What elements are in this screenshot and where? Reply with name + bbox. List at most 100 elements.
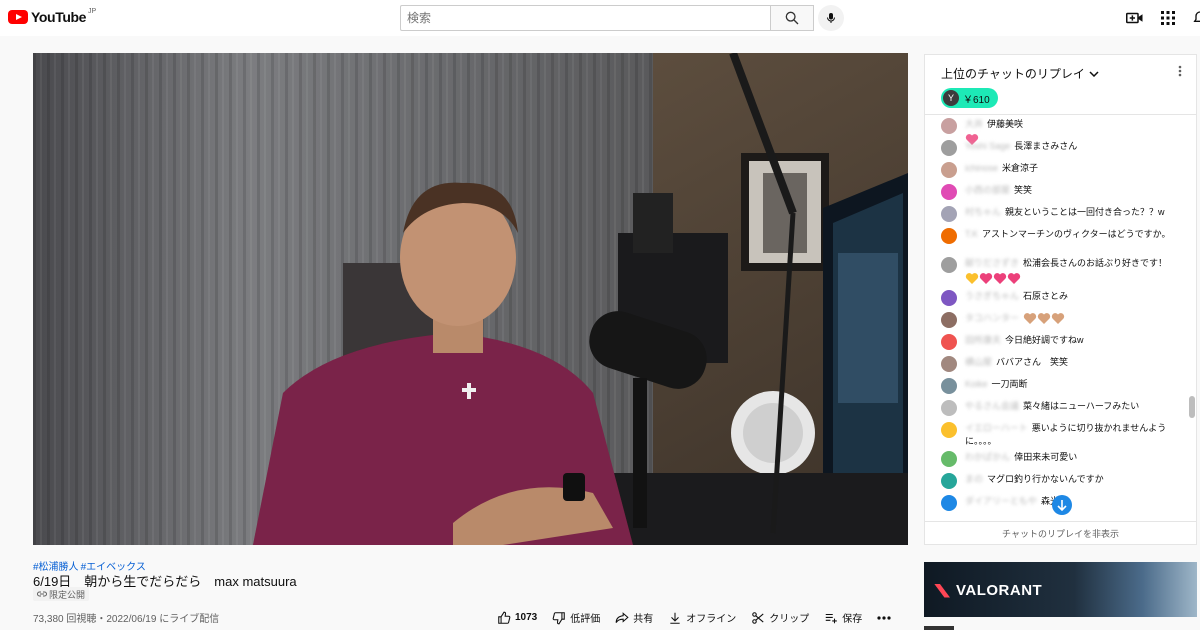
youtube-logo[interactable]: YouTube JP (8, 8, 96, 25)
chat-author[interactable]: まの (965, 474, 983, 484)
chat-more-button[interactable] (1178, 65, 1182, 80)
youtube-play-icon (8, 10, 28, 24)
chat-message-text: 笑笑 (1014, 185, 1033, 195)
chat-message: 小西の部屋 笑笑 (925, 184, 1187, 200)
chat-author[interactable]: ichinose (965, 163, 998, 173)
jump-to-bottom-button[interactable] (1052, 495, 1072, 515)
chat-author[interactable]: 献りださずき (965, 258, 1019, 268)
chat-message-text: 長澤まさみさん (1014, 141, 1078, 151)
chat-avatar[interactable] (941, 422, 957, 438)
like-count: 1073 (515, 612, 538, 623)
notifications-button[interactable] (1190, 8, 1200, 28)
chat-author[interactable]: タコハンター (965, 313, 1019, 323)
chat-avatar[interactable] (941, 184, 957, 200)
live-chat-panel: 上位のチャットのリプレイ Y ￥610 大井 伊藤美咲 Yoshi Sage 長澤まさ… (924, 54, 1197, 545)
chat-author[interactable]: ダイアリーともや (965, 496, 1037, 506)
emoji-icon (965, 273, 979, 285)
search-bar (400, 5, 814, 31)
emoji-icon (1037, 313, 1051, 325)
create-video-button[interactable] (1125, 8, 1145, 28)
clip-label: クリップ (769, 614, 810, 625)
chat-message: 横山屋 ババアさん 笑笑 (925, 356, 1187, 372)
search-icon (785, 11, 799, 25)
chat-author[interactable]: イエローハート (965, 423, 1028, 433)
chat-avatar[interactable] (941, 451, 957, 467)
voice-search-button[interactable] (818, 5, 844, 31)
search-button[interactable] (770, 5, 814, 31)
chat-message: 村ちゃん 親友ということは一回付き合った？？w (925, 206, 1187, 222)
chat-avatar[interactable] (941, 356, 957, 372)
emoji-icon (1007, 273, 1021, 285)
chat-mode-dropdown[interactable]: 上位のチャットのリプレイ (941, 65, 1099, 82)
chat-author[interactable]: やるさん会議 (965, 401, 1019, 411)
chat-avatar[interactable] (941, 257, 957, 273)
thumbs-up-icon (498, 611, 511, 624)
chat-message-text: 石原さとみ (1023, 291, 1069, 301)
download-icon (670, 612, 680, 624)
chat-message-text: 松浦会長さんのお話ぶり好きです！ (1023, 258, 1168, 268)
chat-avatar[interactable] (941, 378, 957, 394)
chat-header: 上位のチャットのリプレイ Y ￥610 (925, 55, 1196, 115)
chat-avatar[interactable] (941, 118, 957, 134)
dislike-label: 低評価 (570, 614, 601, 625)
emoji-icon (1051, 313, 1065, 325)
hide-chat-replay-button[interactable]: チャットのリプレイを非表示 (925, 521, 1196, 545)
chat-message-text: アストンマーチンのヴィクターはどうですか。 (982, 229, 1171, 239)
video-player[interactable] (33, 53, 908, 545)
chat-author[interactable]: わかぱかん (965, 452, 1010, 462)
bell-icon (1193, 11, 1200, 22)
chat-message: 田所康夫 今日絶好調ですねw (925, 334, 1187, 350)
emoji-icon (979, 273, 993, 285)
chat-author[interactable]: 横山屋 (965, 357, 992, 367)
view-stats: 73,380 回視聴・2022/06/19 にライブ配信 (33, 614, 220, 625)
chat-author[interactable]: 大井 (965, 119, 983, 129)
chat-author[interactable]: Yoshi Sage (965, 141, 1010, 151)
chat-message-text: 今日絶好調ですねw (1005, 335, 1084, 345)
offline-button[interactable]: オフライン (668, 610, 736, 625)
chat-title: 上位のチャットのリプレイ (941, 67, 1085, 81)
playlist-add-icon (826, 613, 838, 623)
more-vertical-icon (1178, 65, 1182, 77)
chat-message-list[interactable]: 大井 伊藤美咲 Yoshi Sage 長澤まさみさん ichinose 米倉涼子 小西の部屋… (925, 116, 1187, 521)
emoji-icon (993, 273, 1007, 285)
chat-author[interactable]: 小西の部屋 (965, 185, 1010, 195)
like-button[interactable]: 1073 (497, 611, 537, 625)
chat-author[interactable]: うさぎちゃん (965, 291, 1019, 301)
scroll-thumb[interactable] (1189, 396, 1195, 418)
chat-avatar[interactable] (941, 140, 957, 156)
apps-button[interactable] (1158, 8, 1178, 28)
chat-avatar[interactable] (941, 162, 957, 178)
ad-banner[interactable]: VALORANT (924, 562, 1197, 617)
chat-avatar[interactable] (941, 473, 957, 489)
save-button[interactable]: 保存 (824, 610, 862, 625)
chat-avatar[interactable] (941, 400, 957, 416)
chat-scrollbar[interactable] (1188, 116, 1196, 521)
chat-avatar[interactable] (941, 290, 957, 306)
chat-author[interactable]: 田所康夫 (965, 335, 1001, 345)
chat-emoji-group (1023, 313, 1065, 325)
chevron-down-icon (1089, 70, 1099, 77)
more-actions-button[interactable] (877, 615, 891, 620)
ad-brand: VALORANT (956, 582, 1043, 599)
superchat-ticker[interactable]: Y ￥610 (941, 88, 998, 108)
chat-avatar[interactable] (941, 334, 957, 350)
chat-message-text: 伊藤美咲 (987, 119, 1024, 129)
offline-label: オフライン (686, 614, 737, 625)
chat-avatar[interactable] (941, 495, 957, 511)
chat-avatar[interactable] (941, 312, 957, 328)
chat-message-text: 菜々緒はニューハーフみたい (1023, 401, 1140, 411)
chat-author[interactable]: 村ちゃん (965, 207, 1001, 217)
chat-avatar[interactable] (941, 206, 957, 222)
search-input[interactable] (400, 5, 770, 31)
chat-author[interactable]: T.K (965, 229, 978, 239)
share-button[interactable]: 共有 (615, 610, 653, 625)
chat-message: わかぱかん 倖田来未可愛い (925, 451, 1187, 467)
dislike-button[interactable]: 低評価 (552, 610, 600, 625)
chat-avatar[interactable] (941, 228, 957, 244)
valorant-logo-icon (934, 583, 950, 598)
chat-message-text: ババアさん 笑笑 (996, 357, 1069, 367)
chat-author[interactable]: Koike (965, 379, 988, 389)
clip-button[interactable]: クリップ (751, 610, 809, 625)
share-label: 共有 (633, 614, 654, 625)
logo-text: YouTube (31, 9, 87, 25)
